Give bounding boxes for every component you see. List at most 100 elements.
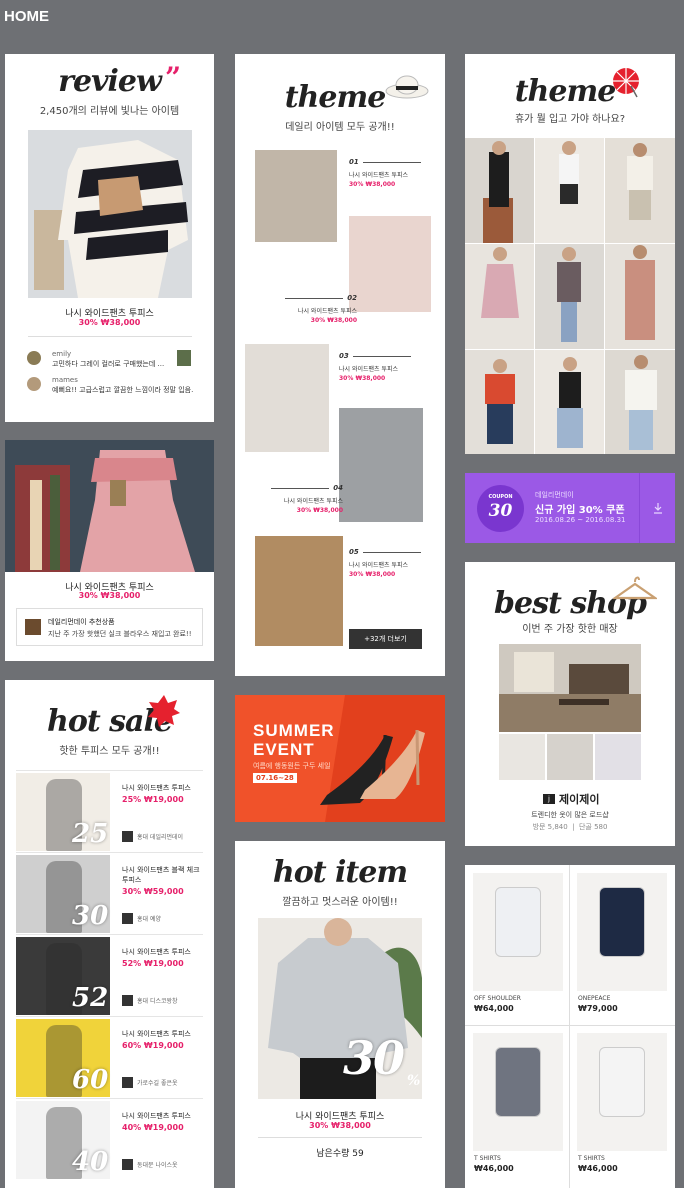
best-shop-subtitle: 이번 주 가장 핫한 매장 bbox=[522, 624, 618, 635]
comment-user: mames bbox=[52, 376, 78, 384]
best-shop-main-image[interactable] bbox=[499, 644, 641, 732]
coupon-badge: COUPON 30 bbox=[477, 485, 524, 532]
hot-sale-item-discount: 25 bbox=[72, 819, 109, 849]
product-grid-card[interactable]: OFF SHOULDER ₩64,000 ONEPEACE ₩79,000 T … bbox=[465, 865, 675, 1188]
comment-item[interactable]: mames 예뻐요!! 고급스럽고 깔끔한 느낌이라 정말 입음... bbox=[27, 376, 197, 398]
product-tile[interactable]: T SHIRTS ₩46,000 bbox=[473, 1033, 563, 1183]
grid-divider bbox=[465, 1025, 675, 1026]
dress-product-card[interactable]: 나시 와이드팬츠 투피스 30% ₩38,000 데일리먼데이 추천상품 지난 … bbox=[5, 440, 214, 661]
theme-item-price: 30% ₩38,000 bbox=[310, 317, 357, 324]
theme-item-name: 나시 와이드팬츠 투피스 bbox=[283, 498, 343, 505]
product-image[interactable] bbox=[473, 873, 563, 991]
best-shop-thumbnail[interactable] bbox=[547, 734, 593, 780]
theme-daily-card[interactable]: theme 데일리 아이템 모두 공개!! 01 나시 와이드팬츠 투피스 30… bbox=[235, 54, 445, 676]
theme-item-number: 01 bbox=[349, 158, 359, 166]
starburst-icon bbox=[148, 695, 180, 727]
comment-item[interactable]: emily 고민하다 그레이 컬러로 구매했는데 ... bbox=[27, 350, 197, 372]
theme-item-info[interactable]: 02 나시 와이드팬츠 투피스 30% ₩38,000 bbox=[285, 294, 357, 324]
hot-sale-item-name[interactable]: 나시 와이드팬츠 블랙 체크 투피스 bbox=[122, 865, 202, 885]
lookbook-grid bbox=[465, 138, 675, 454]
theme-vacation-subtitle: 휴가 뭘 입고 가야 하나요? bbox=[514, 114, 626, 125]
theme-item-number: 05 bbox=[349, 548, 359, 556]
coupon-download-button[interactable] bbox=[639, 473, 675, 543]
umbrella-icon bbox=[611, 66, 641, 98]
hot-sale-item-price: 40% ₩19,000 bbox=[122, 1123, 184, 1132]
hot-sale-title: hot sale bbox=[47, 704, 173, 739]
theme-daily-subtitle: 데일리 아이템 모두 공개!! bbox=[285, 122, 395, 133]
product-image[interactable] bbox=[577, 873, 667, 991]
theme-item-line bbox=[362, 161, 421, 163]
theme-item-price: 30% ₩38,000 bbox=[296, 507, 343, 514]
theme-item-info[interactable]: 05 나시 와이드팬츠 투피스 30% ₩38,000 bbox=[349, 548, 421, 578]
product-garment bbox=[495, 1047, 541, 1117]
hot-sale-shop-logo bbox=[122, 995, 133, 1006]
theme-item-info[interactable]: 03 나시 와이드팬츠 투피스 30% ₩38,000 bbox=[339, 352, 411, 382]
hot-sale-item-discount: 52 bbox=[72, 983, 109, 1013]
theme-item-line bbox=[352, 355, 411, 357]
theme-item-number-row: 02 bbox=[285, 294, 357, 302]
hot-sale-item[interactable]: 30 나시 와이드팬츠 블랙 체크 투피스 30% ₩59,000 홍대 예양 bbox=[16, 852, 203, 934]
theme-item-image[interactable] bbox=[245, 344, 329, 452]
product-image[interactable] bbox=[473, 1033, 563, 1151]
theme-item-info[interactable]: 01 나시 와이드팬츠 투피스 30% ₩38,000 bbox=[349, 158, 421, 188]
summer-event-line1: SUMMER bbox=[253, 721, 335, 740]
theme-item-image[interactable] bbox=[339, 408, 423, 522]
product-tile[interactable]: T SHIRTS ₩46,000 bbox=[577, 1033, 667, 1183]
theme-item-info[interactable]: 04 나시 와이드팬츠 투피스 30% ₩38,000 bbox=[271, 484, 343, 514]
product-tile[interactable]: ONEPEACE ₩79,000 bbox=[577, 873, 667, 1023]
review-card[interactable]: review ” 2,450개의 리뷰에 빛나는 아이템 나시 와이드팬츠 투피… bbox=[5, 54, 214, 422]
theme-item-image[interactable] bbox=[255, 150, 337, 242]
product-garment bbox=[495, 887, 541, 957]
hot-sale-item-name[interactable]: 나시 와이드팬츠 투피스 bbox=[122, 1029, 202, 1039]
hot-sale-item-name[interactable]: 나시 와이드팬츠 투피스 bbox=[122, 783, 202, 793]
top-bar: HOME bbox=[0, 0, 684, 34]
more-button[interactable]: +32개 더보기 bbox=[349, 629, 422, 649]
hot-sale-item-name[interactable]: 나시 와이드팬츠 투피스 bbox=[122, 1111, 202, 1121]
coupon-banner[interactable]: COUPON 30 데일리먼데이 신규 가입 30% 쿠폰 2016.08.26… bbox=[465, 473, 675, 543]
product-price: ₩46,000 bbox=[474, 1164, 514, 1173]
shop-recommend-box[interactable]: 데일리먼데이 추천상품 지난 주 가장 핫했던 실크 블라우스 재입고 완료!! bbox=[16, 608, 203, 646]
shop-logo bbox=[25, 619, 41, 635]
theme-item-number: 04 bbox=[333, 484, 343, 492]
theme-item-price: 30% ₩38,000 bbox=[349, 571, 396, 578]
best-shop-stats: 방문 5,840 | 단골 580 bbox=[532, 823, 608, 831]
theme-item-name: 나시 와이드팬츠 투피스 bbox=[339, 366, 399, 373]
hot-sale-item-price: 52% ₩19,000 bbox=[122, 959, 184, 968]
review-product-image[interactable] bbox=[28, 130, 192, 298]
theme-vacation-card[interactable]: theme 휴가 뭘 입고 가야 하나요? bbox=[465, 54, 675, 454]
hot-sale-item[interactable]: 52 나시 와이드팬츠 투피스 52% ₩19,000 홍대 디스코왕창 bbox=[16, 934, 203, 1016]
theme-item-line bbox=[285, 297, 344, 299]
hot-sale-item[interactable]: 60 나시 와이드팬츠 투피스 60% ₩19,000 가로수길 좋은옷 bbox=[16, 1016, 203, 1098]
summer-event-banner[interactable]: SUMMER EVENT 여름에 행동뭔든 구두 세일 07.16~28 bbox=[235, 695, 445, 822]
hot-sale-item[interactable]: 25 나시 와이드팬츠 투피스 25% ₩19,000 홍대 데일리먼데이 bbox=[16, 770, 203, 852]
review-product-price: 30% ₩38,000 bbox=[78, 318, 141, 327]
theme-item-number-row: 05 bbox=[349, 548, 421, 556]
theme-item-number-row: 01 bbox=[349, 158, 421, 166]
hot-sale-card[interactable]: hot sale 핫한 투피스 모두 공개!! 25 나시 와이드팬츠 투피스 … bbox=[5, 680, 214, 1188]
theme-item-image[interactable] bbox=[349, 216, 431, 312]
hot-item-card[interactable]: hot item 깔끔하고 멋스러운 아이템!! 30 % 나시 와이드팬츠 투… bbox=[235, 841, 445, 1188]
quote-icon: ” bbox=[165, 61, 182, 94]
best-shop-card[interactable]: best shop 이번 주 가장 핫한 매장 j 제이제이 트렌디한 옷이 많… bbox=[465, 562, 675, 846]
product-image[interactable] bbox=[577, 1033, 667, 1151]
best-shop-thumbnail[interactable] bbox=[499, 734, 545, 780]
hot-sale-item-discount: 30 bbox=[72, 901, 109, 931]
avatar bbox=[27, 351, 41, 365]
best-shop-thumbnail[interactable] bbox=[595, 734, 641, 780]
coupon-value: 30 bbox=[488, 501, 513, 521]
best-shop-name[interactable]: 제이제이 bbox=[559, 791, 599, 807]
dress-product-image[interactable] bbox=[5, 440, 214, 572]
avatar bbox=[27, 377, 41, 391]
hot-item-subtitle: 깔끔하고 멋스러운 아이템!! bbox=[282, 897, 398, 908]
hanger-icon bbox=[611, 574, 659, 600]
hot-item-price: 30% ₩38,000 bbox=[309, 1121, 371, 1130]
product-tile[interactable]: OFF SHOULDER ₩64,000 bbox=[473, 873, 563, 1023]
hot-item-discount: 30 bbox=[343, 1031, 405, 1085]
theme-item-image[interactable] bbox=[255, 536, 343, 646]
home-title[interactable]: HOME bbox=[4, 8, 49, 25]
coupon-title: 신규 가입 30% 쿠폰 bbox=[535, 505, 625, 516]
hot-sale-item[interactable]: 40 나시 와이드팬츠 투피스 40% ₩19,000 동대문 나이스옷 bbox=[16, 1098, 203, 1180]
summer-event-date: 07.16~28 bbox=[253, 773, 297, 783]
hot-sale-item-name[interactable]: 나시 와이드팬츠 투피스 bbox=[122, 947, 202, 957]
hot-item-title: hot item bbox=[272, 855, 408, 890]
